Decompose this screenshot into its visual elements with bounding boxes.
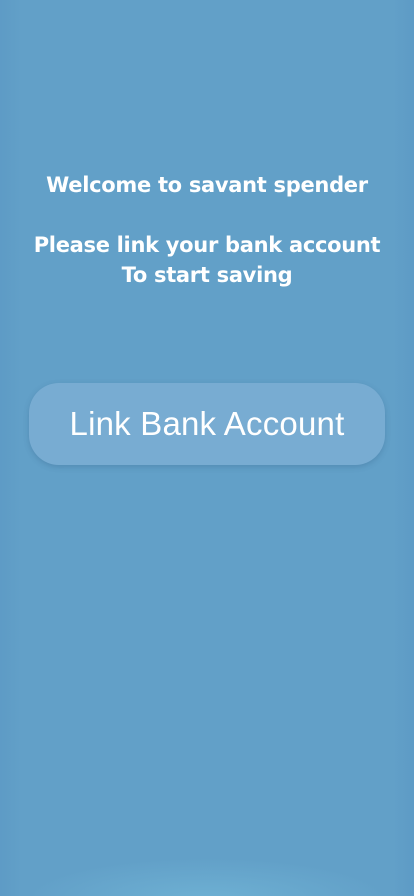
app-screen: Welcome to savant spender Please link yo… xyxy=(0,0,414,896)
welcome-message: Welcome to savant spender Please link yo… xyxy=(0,170,414,290)
start-saving-prompt: To start saving xyxy=(121,263,293,287)
link-bank-account-button[interactable]: Link Bank Account xyxy=(29,383,385,465)
link-bank-account-label: Link Bank Account xyxy=(69,405,345,442)
welcome-title: Welcome to savant spender xyxy=(46,173,368,197)
link-account-prompt: Please link your bank account xyxy=(33,233,381,257)
